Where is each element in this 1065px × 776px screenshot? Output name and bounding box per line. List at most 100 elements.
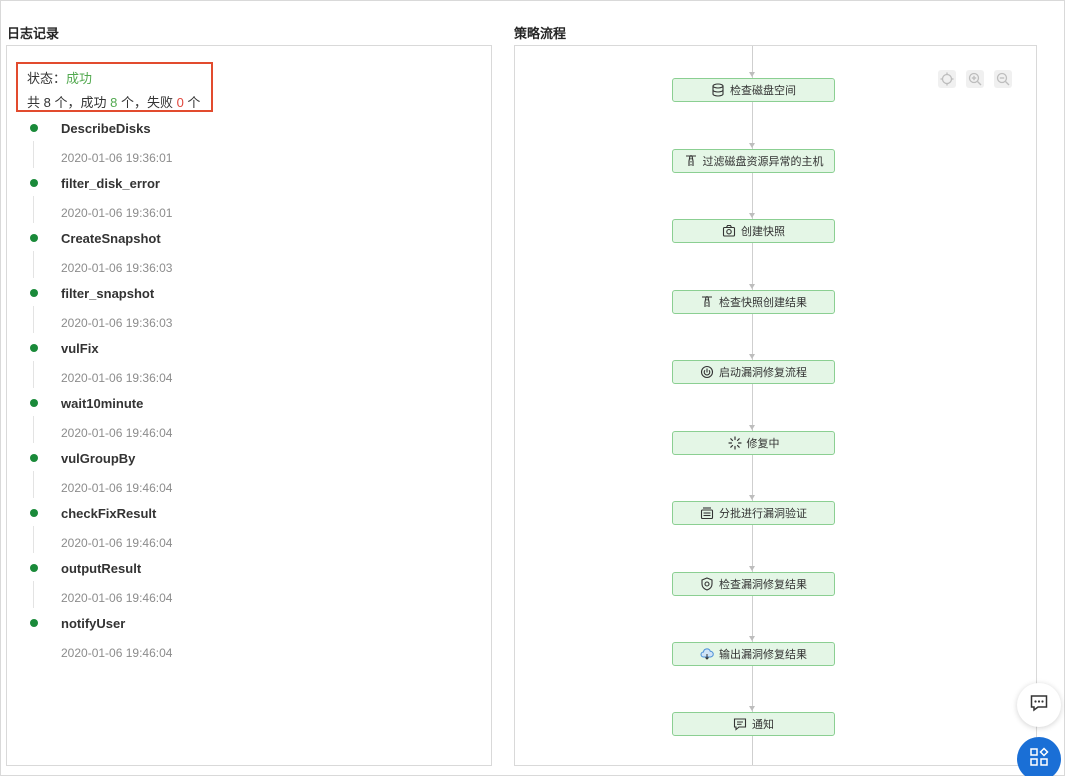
flow-node-batch-verify[interactable]: 分批进行漏洞验证 bbox=[672, 501, 835, 525]
log-entry-name: outputResult bbox=[61, 561, 142, 576]
log-entry-name: wait10minute bbox=[61, 396, 144, 411]
flow-node-create-snapshot[interactable]: 创建快照 bbox=[672, 219, 835, 243]
apps-button[interactable] bbox=[1017, 737, 1061, 776]
timeline-connector bbox=[33, 141, 34, 168]
log-entry: notifyUser 2020-01-06 19:46:04 bbox=[7, 613, 487, 668]
flow-node-output-result[interactable]: 输出漏洞修复结果 bbox=[672, 642, 835, 666]
flow-node-start-fix[interactable]: 启动漏洞修复流程 bbox=[672, 360, 835, 384]
camera-icon bbox=[722, 224, 736, 238]
status-summary: 状态：成功 共 8 个，成功 8 个，失败 0 个 bbox=[16, 62, 213, 112]
log-entry-time: 2020-01-06 19:46:04 bbox=[61, 426, 173, 440]
flow-node-filter-hosts[interactable]: 过滤磁盘资源异常的主机 bbox=[672, 149, 835, 173]
flow-node-label: 输出漏洞修复结果 bbox=[719, 649, 807, 661]
zoom-toolbar bbox=[938, 70, 1012, 88]
timeline-dot bbox=[30, 179, 38, 187]
log-panel: 状态：成功 共 8 个，成功 8 个，失败 0 个 DescribeDisks 2… bbox=[6, 45, 492, 766]
log-entry-time: 2020-01-06 19:36:01 bbox=[61, 206, 173, 220]
timeline-connector bbox=[33, 416, 34, 443]
timeline-dot bbox=[30, 454, 38, 462]
flow-node-label: 创建快照 bbox=[741, 226, 785, 238]
log-entry-name: notifyUser bbox=[61, 616, 126, 631]
cloud-output-icon bbox=[700, 647, 714, 661]
flow-arrow bbox=[749, 284, 755, 289]
timeline-connector bbox=[33, 471, 34, 498]
total-suffix: 个，成功 bbox=[50, 95, 111, 110]
message-icon bbox=[733, 717, 747, 731]
timeline-dot bbox=[30, 564, 38, 572]
flow-arrow bbox=[749, 495, 755, 500]
timeline-dot bbox=[30, 124, 38, 132]
flow-arrow bbox=[749, 636, 755, 641]
log-entry-time: 2020-01-06 19:36:03 bbox=[61, 261, 173, 275]
flow-arrow bbox=[749, 706, 755, 711]
log-section-title: 日志记录 bbox=[7, 26, 60, 41]
timeline-connector bbox=[33, 361, 34, 388]
timeline-dot bbox=[30, 289, 38, 297]
flow-node-check-fix-result[interactable]: 检查漏洞修复结果 bbox=[672, 572, 835, 596]
log-entry: filter_disk_error 2020-01-06 19:36:01 bbox=[7, 173, 487, 228]
total-count: 8 bbox=[43, 95, 51, 110]
flow-node-label: 过滤磁盘资源异常的主机 bbox=[702, 156, 824, 168]
timeline-connector bbox=[33, 196, 34, 223]
log-entry-name: filter_disk_error bbox=[61, 176, 160, 191]
log-entry: vulFix 2020-01-06 19:36:04 bbox=[7, 338, 487, 393]
log-entry-name: checkFixResult bbox=[61, 506, 157, 521]
flow-arrow bbox=[749, 566, 755, 571]
log-entry: vulGroupBy 2020-01-06 19:46:04 bbox=[7, 448, 487, 503]
batch-icon bbox=[700, 506, 714, 520]
zoom-out-icon[interactable] bbox=[994, 70, 1012, 88]
timeline-dot bbox=[30, 234, 38, 242]
log-entry-time: 2020-01-06 19:36:04 bbox=[61, 371, 173, 385]
timeline-connector bbox=[33, 306, 34, 333]
log-entry: outputResult 2020-01-06 19:46:04 bbox=[7, 558, 487, 613]
zoom-in-icon[interactable] bbox=[966, 70, 984, 88]
log-entry-time: 2020-01-06 19:46:04 bbox=[61, 536, 173, 550]
log-entry-time: 2020-01-06 19:36:03 bbox=[61, 316, 173, 330]
success-suffix: 个，失败 bbox=[117, 95, 177, 110]
log-entry-time: 2020-01-06 19:36:01 bbox=[61, 151, 173, 165]
filter-icon bbox=[700, 295, 714, 309]
log-entry-name: CreateSnapshot bbox=[61, 231, 161, 246]
failed-suffix: 个 bbox=[183, 95, 201, 110]
timeline-dot bbox=[30, 619, 38, 627]
power-icon bbox=[700, 365, 714, 379]
log-entry-name: vulGroupBy bbox=[61, 451, 136, 466]
timeline-connector bbox=[33, 581, 34, 608]
status-line: 状态：成功 bbox=[27, 67, 211, 91]
flow-arrow bbox=[749, 213, 755, 218]
flow-node-label: 检查磁盘空间 bbox=[730, 85, 796, 97]
log-entry: filter_snapshot 2020-01-06 19:36:03 bbox=[7, 283, 487, 338]
flow-arrow bbox=[749, 354, 755, 359]
chat-button[interactable] bbox=[1017, 683, 1061, 727]
shield-check-icon bbox=[700, 577, 714, 591]
status-value: 成功 bbox=[66, 71, 93, 86]
flow-node-check-disk[interactable]: 检查磁盘空间 bbox=[672, 78, 835, 102]
database-icon bbox=[711, 83, 725, 97]
flow-arrow bbox=[749, 425, 755, 430]
log-entry: DescribeDisks 2020-01-06 19:36:01 bbox=[7, 118, 487, 173]
log-entry: CreateSnapshot 2020-01-06 19:36:03 bbox=[7, 228, 487, 283]
flow-node-check-snapshot[interactable]: 检查快照创建结果 bbox=[672, 290, 835, 314]
filter-icon bbox=[684, 154, 698, 168]
log-entry: checkFixResult 2020-01-06 19:46:04 bbox=[7, 503, 487, 558]
chat-icon bbox=[1029, 693, 1049, 718]
flow-arrow bbox=[749, 143, 755, 148]
count-line: 共 8 个，成功 8 个，失败 0 个 bbox=[27, 91, 211, 115]
flow-node-label: 启动漏洞修复流程 bbox=[719, 367, 807, 379]
log-entry-name: vulFix bbox=[61, 341, 99, 356]
total-prefix: 共 bbox=[27, 95, 44, 110]
apps-icon bbox=[1029, 746, 1049, 772]
locate-icon[interactable] bbox=[938, 70, 956, 88]
timeline-dot bbox=[30, 399, 38, 407]
flow-node-fixing[interactable]: 修复中 bbox=[672, 431, 835, 455]
flow-section-title: 策略流程 bbox=[514, 26, 567, 41]
flow-node-label: 修复中 bbox=[746, 438, 780, 450]
flow-node-label: 检查快照创建结果 bbox=[719, 297, 807, 309]
timeline-dot bbox=[30, 344, 38, 352]
timeline-connector bbox=[33, 251, 34, 278]
timeline-dot bbox=[30, 509, 38, 517]
timeline-connector bbox=[33, 526, 34, 553]
flow-node-notify[interactable]: 通知 bbox=[672, 712, 835, 736]
flow-node-label: 分批进行漏洞验证 bbox=[719, 508, 807, 520]
log-timeline: DescribeDisks 2020-01-06 19:36:01 filter_… bbox=[7, 118, 487, 668]
